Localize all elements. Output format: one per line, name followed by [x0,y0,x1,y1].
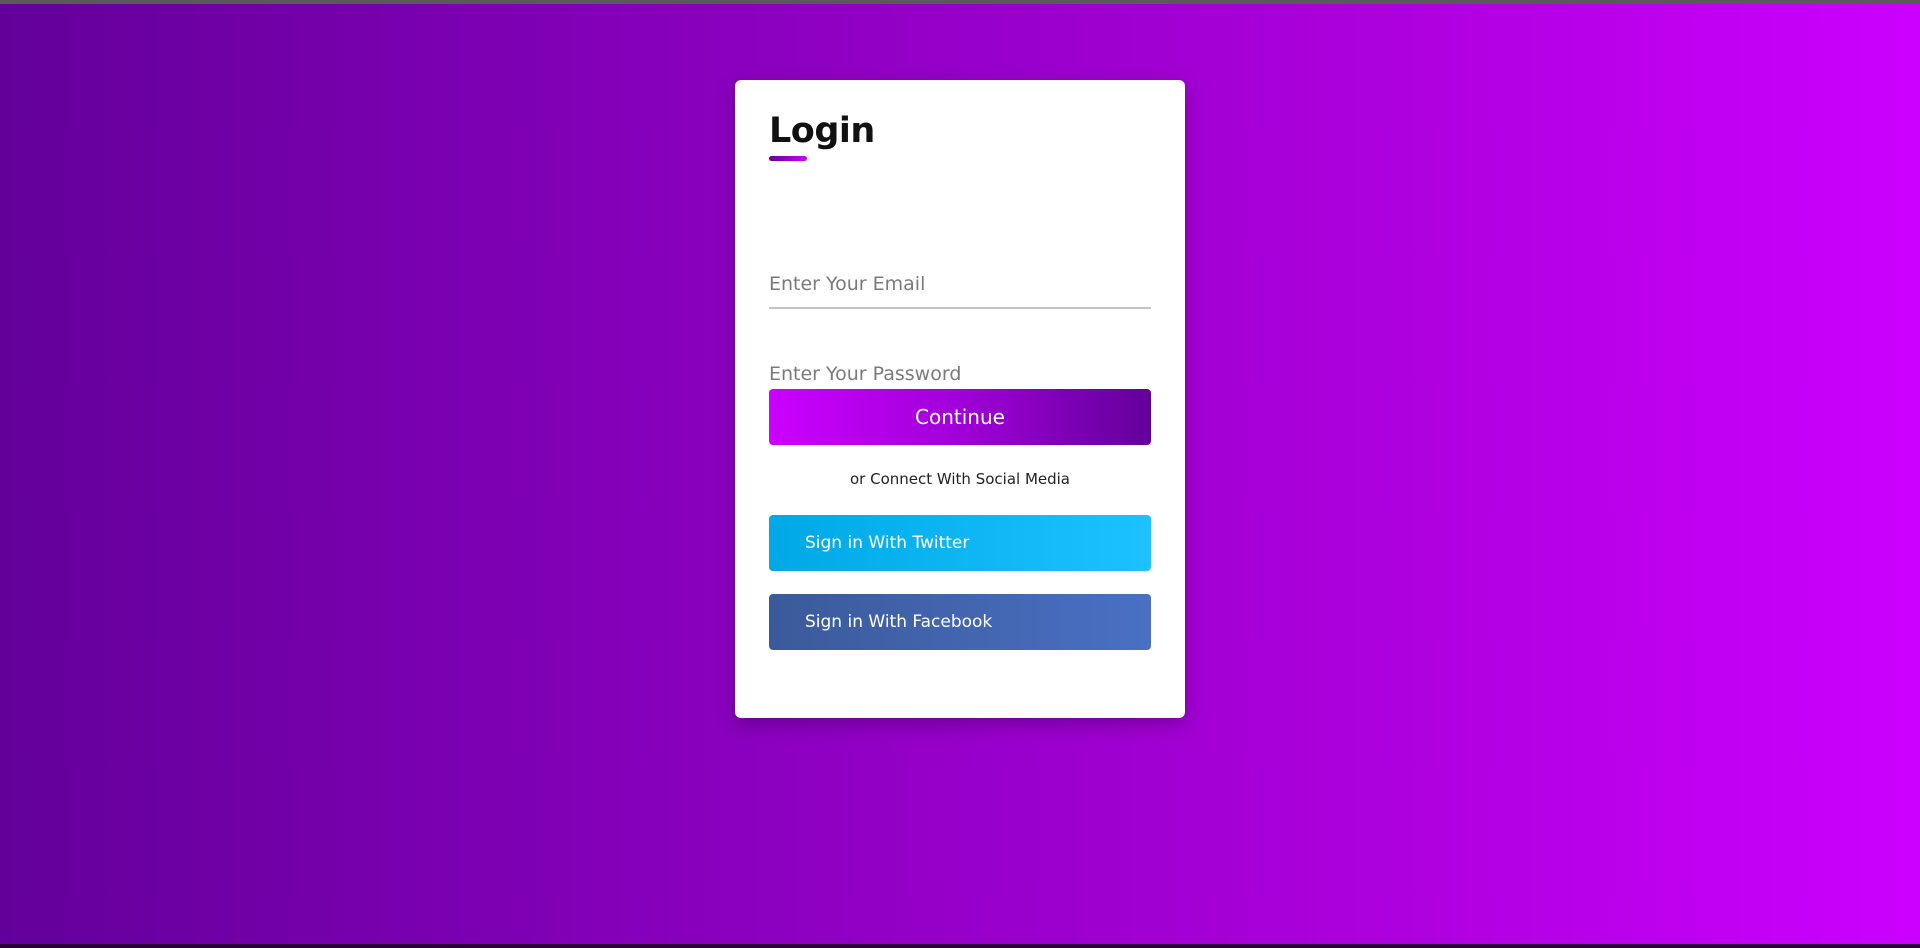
login-title: Login [769,111,875,151]
social-media-caption: or Connect With Social Media [849,470,1071,488]
email-input[interactable] [769,261,1151,309]
title-underline [769,156,807,161]
login-card: Login Continue or Connect With Social Me… [735,80,1185,718]
twitter-signin-button[interactable]: Sign in With Twitter [769,515,1151,571]
facebook-signin-button[interactable]: Sign in With Facebook [769,594,1151,650]
window-bottom-border [0,944,1920,948]
continue-button[interactable]: Continue [769,389,1151,445]
